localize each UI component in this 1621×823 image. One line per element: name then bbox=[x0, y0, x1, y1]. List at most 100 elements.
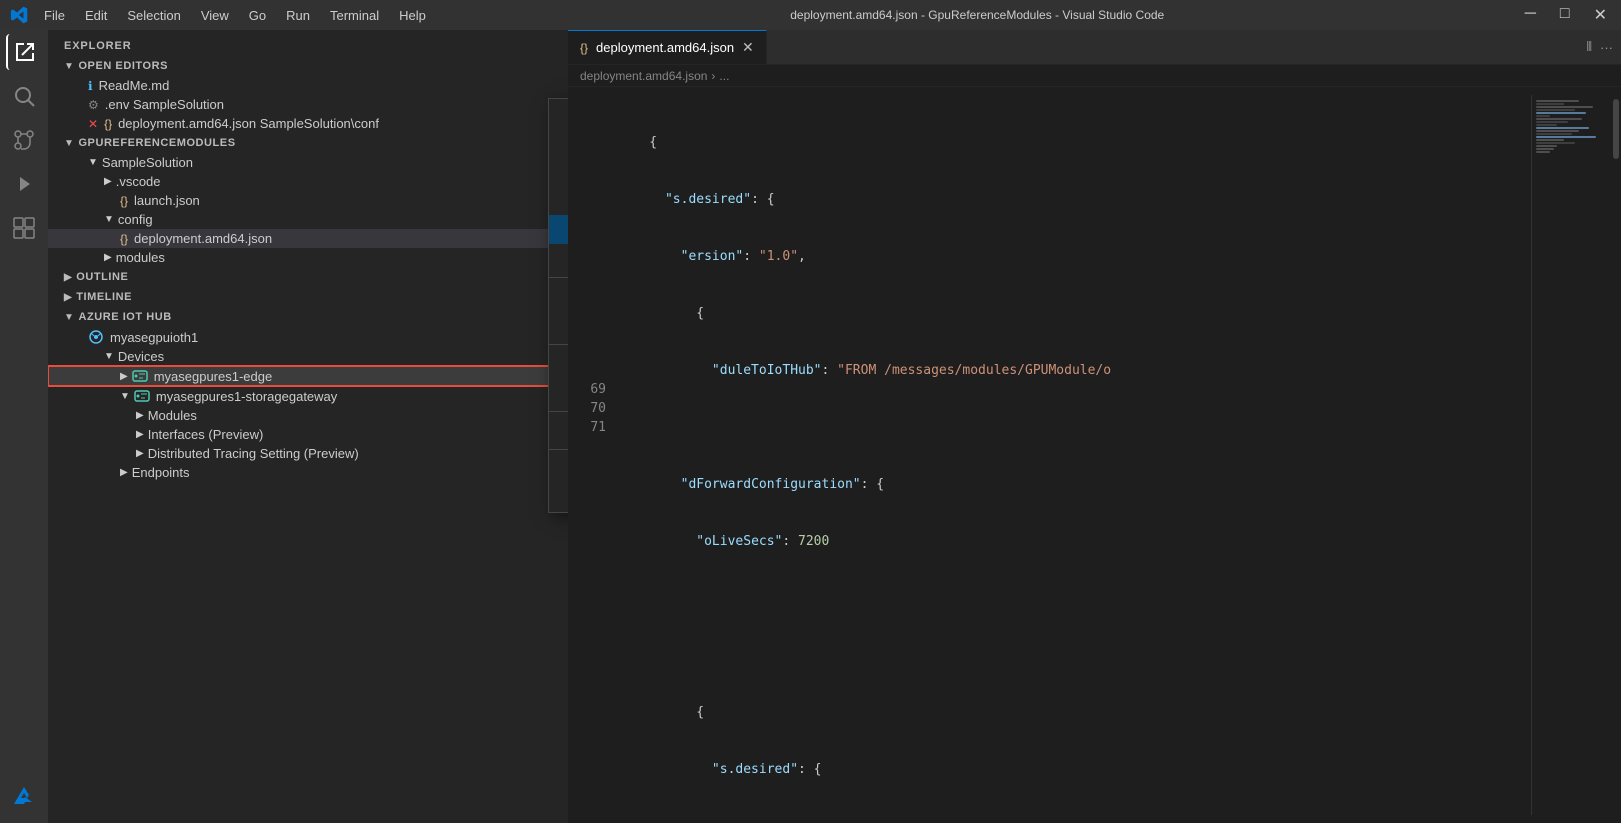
chevron-right-icon: ▶ bbox=[64, 272, 72, 283]
menu-view[interactable]: View bbox=[193, 6, 237, 25]
distributed-tracing-folder[interactable]: ▶ Distributed Tracing Setting (Preview) bbox=[48, 444, 568, 463]
folder-config[interactable]: ▼ config bbox=[48, 210, 568, 229]
bracket-icon: {} bbox=[104, 117, 112, 131]
breadcrumb-separator: › bbox=[711, 69, 715, 83]
endpoints-folder-label: Endpoints bbox=[132, 465, 190, 480]
context-menu-start-receiving[interactable]: Start Receiving C2D Message bbox=[549, 244, 568, 273]
open-editor-readme-label: ReadMe.md bbox=[99, 78, 170, 93]
interfaces-folder[interactable]: ▶ Interfaces (Preview) bbox=[48, 425, 568, 444]
hub-item[interactable]: myasegpuioth1 bbox=[48, 327, 568, 347]
chevron-right-icon: ▶ bbox=[64, 292, 72, 303]
menu-edit[interactable]: Edit bbox=[77, 6, 115, 25]
breadcrumb-path: ... bbox=[719, 69, 729, 83]
context-menu-separator-2 bbox=[549, 344, 568, 345]
section-azure-iot[interactable]: ▼ AZURE IOT HUB bbox=[48, 307, 568, 327]
minimize-button[interactable]: ─ bbox=[1521, 5, 1540, 25]
info-icon: ℹ bbox=[88, 79, 93, 93]
device-storage[interactable]: ▼ myasegpures1-storagegateway bbox=[48, 386, 568, 406]
menu-terminal[interactable]: Terminal bbox=[322, 6, 387, 25]
folder-modules[interactable]: ▶ modules bbox=[48, 248, 568, 267]
modules-folder[interactable]: ▶ Modules bbox=[48, 406, 568, 425]
activity-azure-icon[interactable] bbox=[6, 779, 42, 815]
section-gpu-modules-label: GPUREFERENCEMODULES bbox=[78, 137, 235, 149]
vscode-logo-icon bbox=[10, 6, 28, 24]
section-timeline[interactable]: ▶ TIMELINE bbox=[48, 287, 568, 307]
open-editor-deployment-label: deployment.amd64.json SampleSolution\con… bbox=[118, 116, 379, 131]
sidebar-content: ▼ OPEN EDITORS ℹ ReadMe.md ⚙ .env Sample… bbox=[48, 56, 568, 823]
menu-go[interactable]: Go bbox=[241, 6, 274, 25]
context-menu: Send D2C Message to IoT Hub Send C2D Mes… bbox=[548, 98, 568, 513]
menu-help[interactable]: Help bbox=[391, 6, 434, 25]
tab-actions: ⫴ ··· bbox=[1587, 30, 1621, 64]
chevron-right-icon: ▼ bbox=[88, 157, 98, 168]
close-button[interactable]: ✕ bbox=[1590, 5, 1611, 25]
code-editor[interactable]: { "s.desired": { "ersion": "1.0", { "dul… bbox=[618, 95, 1531, 815]
open-editor-deployment[interactable]: ✕ {} deployment.amd64.json SampleSolutio… bbox=[48, 114, 568, 133]
menu-file[interactable]: File bbox=[36, 6, 73, 25]
open-editor-env-label: .env SampleSolution bbox=[105, 97, 224, 112]
context-menu-copy-connection-string[interactable]: Copy Device Connection String bbox=[549, 378, 568, 407]
context-menu-setup-simulator[interactable]: Setup IoT Edge Simulator bbox=[549, 483, 568, 512]
vertical-scrollbar[interactable] bbox=[1611, 95, 1621, 815]
context-menu-delete-device[interactable]: Delete Device bbox=[549, 416, 568, 445]
context-menu-edit-twin[interactable]: Edit Device Twin bbox=[549, 186, 568, 215]
tab-close-button[interactable]: ✕ bbox=[742, 39, 754, 56]
tab-deployment-amd64[interactable]: {} deployment.amd64.json ✕ bbox=[568, 30, 767, 64]
maximize-button[interactable]: □ bbox=[1556, 5, 1574, 25]
context-menu-generate-sas[interactable]: Generate SAS Token for Device bbox=[549, 311, 568, 340]
context-menu-send-d2c[interactable]: Send D2C Message to IoT Hub bbox=[549, 99, 568, 128]
modules-folder-label: Modules bbox=[148, 408, 197, 423]
split-editor-icon[interactable]: ⫴ bbox=[1587, 39, 1592, 55]
section-open-editors[interactable]: ▼ OPEN EDITORS bbox=[48, 56, 568, 76]
device-storage-label: myasegpures1-storagegateway bbox=[156, 389, 337, 404]
chevron-down-icon: ▼ bbox=[64, 138, 74, 149]
context-menu-create-deployment[interactable]: Create Deployment for Single Device bbox=[549, 454, 568, 483]
context-menu-send-c2d[interactable]: Send C2D Message to Device bbox=[549, 128, 568, 157]
context-menu-invoke-method[interactable]: Invoke Device Direct Method bbox=[549, 157, 568, 186]
sidebar: EXPLORER ▼ OPEN EDITORS ℹ ReadMe.md ⚙ .e… bbox=[48, 30, 568, 823]
menu-run[interactable]: Run bbox=[278, 6, 318, 25]
activity-extensions-icon[interactable] bbox=[6, 210, 42, 246]
device-edge-label: myasegpures1-edge bbox=[154, 369, 273, 384]
file-deployment-amd64[interactable]: {} deployment.amd64.json bbox=[48, 229, 568, 248]
section-open-editors-label: OPEN EDITORS bbox=[78, 60, 168, 72]
chevron-right-icon: ▶ bbox=[104, 252, 112, 263]
folder-vscode-label: .vscode bbox=[116, 174, 161, 189]
folder-samplesolution[interactable]: ▼ SampleSolution bbox=[48, 153, 568, 172]
section-timeline-label: TIMELINE bbox=[76, 291, 132, 303]
endpoints-folder[interactable]: ▶ Endpoints bbox=[48, 463, 568, 482]
open-editor-readme[interactable]: ℹ ReadMe.md bbox=[48, 76, 568, 95]
chevron-right-icon: ▶ bbox=[120, 467, 128, 478]
folder-vscode[interactable]: ▶ .vscode bbox=[48, 172, 568, 191]
activity-explorer-icon[interactable] bbox=[6, 34, 42, 70]
titlebar: File Edit Selection View Go Run Terminal… bbox=[0, 0, 1621, 30]
interfaces-folder-label: Interfaces (Preview) bbox=[148, 427, 264, 442]
open-editor-env[interactable]: ⚙ .env SampleSolution bbox=[48, 95, 568, 114]
json-icon: {} bbox=[120, 194, 128, 208]
gear-icon: ⚙ bbox=[88, 98, 99, 112]
file-deployment-amd64-label: deployment.amd64.json bbox=[134, 231, 272, 246]
section-gpu-modules[interactable]: ▼ GPUREFERENCEMODULES bbox=[48, 133, 568, 153]
devices-folder[interactable]: ▼ Devices bbox=[48, 347, 568, 366]
activity-search-icon[interactable] bbox=[6, 78, 42, 114]
activity-debug-icon[interactable] bbox=[6, 166, 42, 202]
activity-source-control-icon[interactable] bbox=[6, 122, 42, 158]
scrollbar-thumb[interactable] bbox=[1613, 99, 1619, 159]
distributed-tracing-folder-label: Distributed Tracing Setting (Preview) bbox=[148, 446, 359, 461]
devices-folder-label: Devices bbox=[118, 349, 164, 364]
more-actions-icon[interactable]: ··· bbox=[1600, 40, 1613, 55]
chevron-down-icon: ▼ bbox=[104, 214, 114, 225]
editor-area: {} deployment.amd64.json ✕ ⫴ ··· deploym… bbox=[568, 30, 1621, 823]
context-menu-generate-code[interactable]: Generate Code bbox=[549, 282, 568, 311]
context-menu-get-device-info[interactable]: Get Device Info bbox=[549, 349, 568, 378]
menu-selection[interactable]: Selection bbox=[119, 6, 188, 25]
context-menu-start-monitoring[interactable]: Start Monitoring Built-in Event Endpoint bbox=[549, 215, 568, 244]
context-menu-separator-4 bbox=[549, 449, 568, 450]
json-icon: {} bbox=[120, 232, 128, 246]
chevron-right-icon: ▶ bbox=[136, 448, 144, 459]
device-edge[interactable]: ▶ myasegpures1-edge bbox=[48, 366, 568, 386]
section-outline[interactable]: ▶ OUTLINE bbox=[48, 267, 568, 287]
hub-label: myasegpuioth1 bbox=[110, 330, 198, 345]
file-launchjson[interactable]: {} launch.json bbox=[48, 191, 568, 210]
activity-bar bbox=[0, 30, 48, 823]
